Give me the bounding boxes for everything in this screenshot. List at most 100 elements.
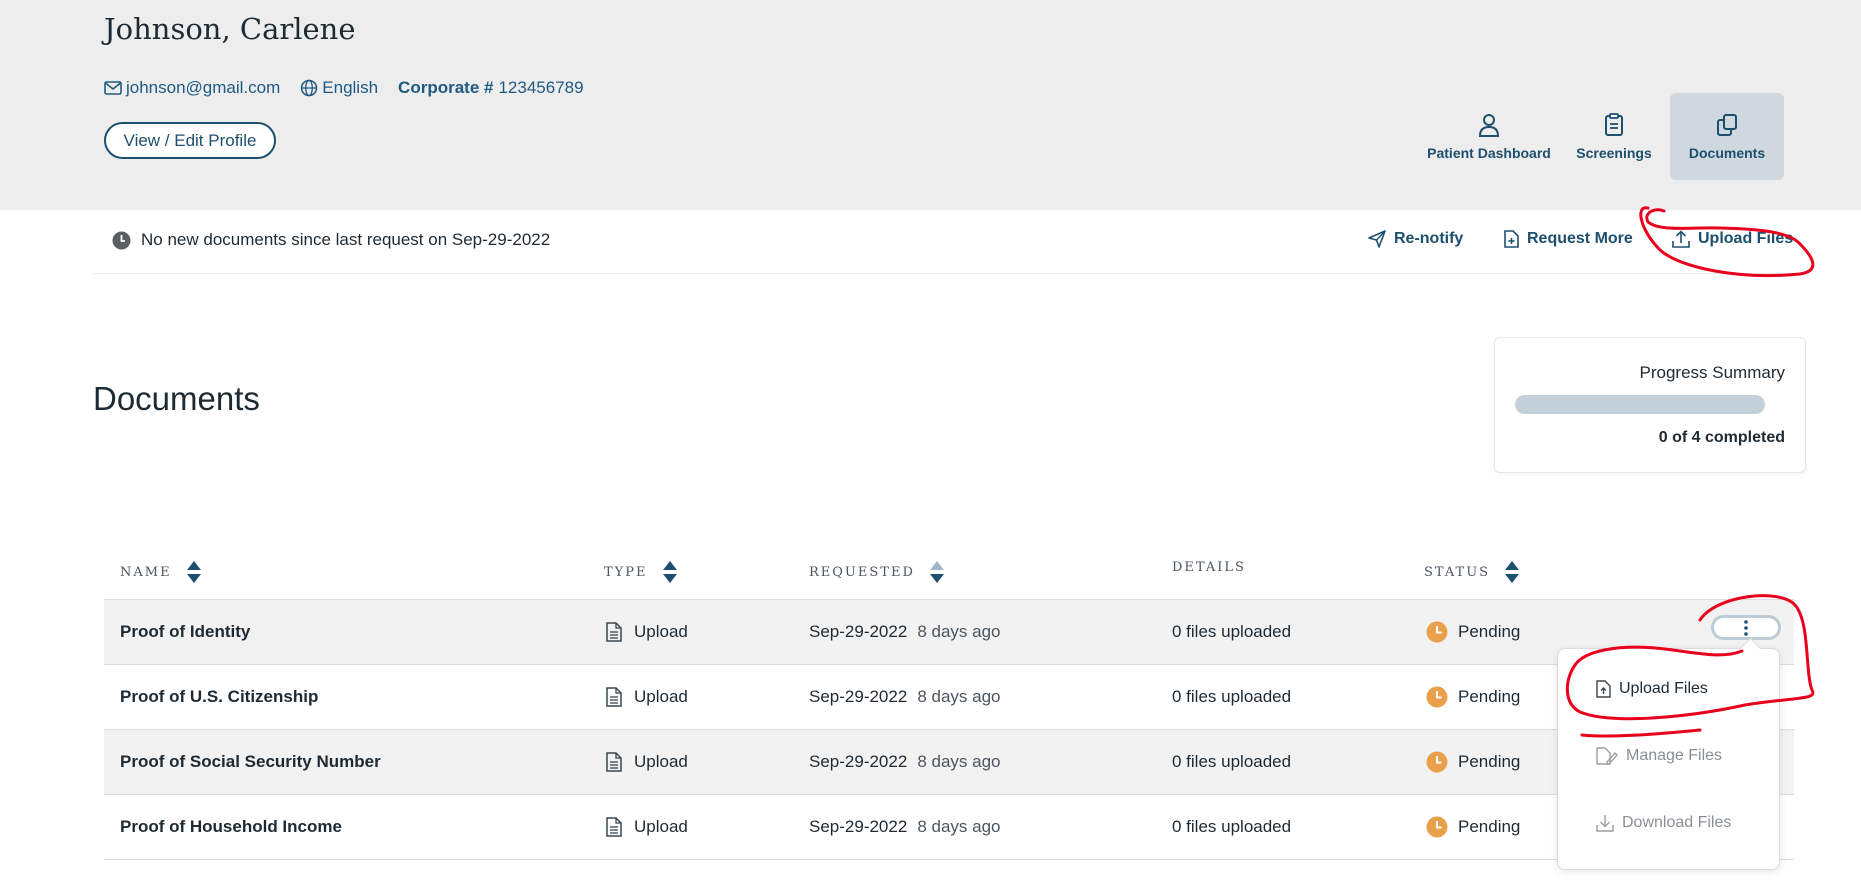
requested-ago: 8 days ago	[917, 817, 1001, 836]
table-row[interactable]: Proof of Identity Upload Sep-29-2022 8 d…	[104, 600, 1794, 665]
document-request-bar: No new documents since last request on S…	[92, 210, 1802, 274]
column-header-type[interactable]: TYPE	[604, 560, 678, 584]
person-icon	[1478, 113, 1500, 137]
clock-icon	[112, 231, 131, 249]
document-icon	[606, 687, 622, 707]
email-text: johnson@gmail.com	[126, 78, 281, 97]
upload-files-button[interactable]: Upload Files	[1672, 230, 1793, 248]
contact-row: johnson@gmail.com English Corporate # 12…	[104, 76, 604, 100]
menu-item-label: Manage Files	[1626, 747, 1723, 764]
row-actions-menu-button[interactable]	[1711, 615, 1781, 640]
column-header-label: NAME	[120, 564, 172, 580]
progress-bar	[1515, 395, 1765, 414]
column-header-requested[interactable]: REQUESTED	[809, 560, 945, 584]
upload-icon	[1672, 230, 1690, 248]
document-type: Upload	[606, 730, 688, 794]
requested-date: Sep-29-2022 8 days ago	[809, 795, 1001, 859]
status-badge: Pending	[1426, 730, 1520, 794]
document-icon	[606, 817, 622, 837]
tab-patient-dashboard[interactable]: Patient Dashboard	[1420, 93, 1558, 180]
table-row[interactable]: Proof of U.S. Citizenship Upload Sep-29-…	[104, 665, 1794, 730]
document-icon	[606, 752, 622, 772]
pending-clock-icon	[1426, 686, 1448, 708]
status-text: Pending	[1458, 817, 1521, 836]
patient-nav-tabs: Patient Dashboard Screenings Documents	[1420, 93, 1784, 180]
table-row[interactable]: Proof of Social Security Number Upload S…	[104, 730, 1794, 795]
globe-icon	[301, 79, 318, 97]
document-name: Proof of Social Security Number	[120, 752, 381, 771]
corporate-number: Corporate # 123456789	[398, 78, 584, 98]
pending-clock-icon	[1426, 816, 1448, 838]
document-details: 0 files uploaded	[1172, 687, 1292, 706]
requested-date-text: Sep-29-2022	[809, 817, 908, 836]
requested-date-text: Sep-29-2022	[809, 687, 908, 706]
requested-date-text: Sep-29-2022	[809, 622, 908, 641]
file-plus-icon	[1504, 230, 1519, 248]
progress-count: 0 of 4 completed	[1658, 429, 1785, 446]
document-icon	[606, 622, 622, 642]
tab-documents[interactable]: Documents	[1670, 93, 1784, 180]
requested-date: Sep-29-2022 8 days ago	[809, 600, 1001, 664]
corporate-value: 123456789	[498, 78, 584, 97]
column-header-status[interactable]: STATUS	[1424, 560, 1520, 584]
clipboard-icon	[1605, 112, 1623, 136]
column-header-label: STATUS	[1424, 564, 1491, 580]
menu-item-upload-files[interactable]: Upload Files	[1596, 680, 1708, 698]
table-row[interactable]: Proof of Household Income Upload Sep-29-…	[104, 795, 1794, 860]
documents-icon	[1717, 113, 1737, 136]
sort-icon[interactable]	[186, 560, 202, 584]
column-header-label: DETAILS	[1172, 560, 1246, 575]
language: English	[300, 78, 378, 98]
status-badge: Pending	[1426, 795, 1520, 859]
documents-table: NAME TYPE REQUESTED DETAILS STATUS Proof…	[104, 553, 1794, 860]
column-header-name[interactable]: NAME	[120, 560, 202, 584]
menu-item-download-files[interactable]: Download Files	[1596, 814, 1731, 832]
patient-name: Johnson, Carlene	[104, 12, 356, 46]
file-edit-icon	[1596, 747, 1618, 765]
envelope-icon	[104, 81, 122, 95]
file-upload-icon	[1596, 680, 1611, 698]
view-edit-profile-button[interactable]: View / Edit Profile	[104, 122, 276, 159]
progress-summary-card: Progress Summary 0 of 4 completed	[1494, 337, 1806, 473]
status-text: Pending	[1458, 752, 1521, 771]
menu-item-label: Upload Files	[1619, 680, 1708, 697]
menu-item-manage-files[interactable]: Manage Files	[1596, 747, 1722, 765]
request-more-button[interactable]: Request More	[1504, 230, 1633, 248]
paper-plane-icon	[1368, 230, 1386, 248]
sort-icon[interactable]	[929, 560, 945, 584]
requested-ago: 8 days ago	[917, 752, 1001, 771]
document-type-label: Upload	[634, 687, 688, 706]
upload-files-label: Upload Files	[1698, 230, 1794, 247]
document-details: 0 files uploaded	[1172, 622, 1292, 641]
kebab-icon	[1744, 619, 1748, 636]
corporate-label: Corporate #	[398, 78, 494, 97]
tab-label: Patient Dashboard	[1427, 144, 1551, 161]
document-details: 0 files uploaded	[1172, 752, 1292, 771]
status-text: Pending	[1458, 622, 1521, 641]
pending-clock-icon	[1426, 621, 1448, 643]
tab-screenings[interactable]: Screenings	[1558, 93, 1670, 180]
pending-clock-icon	[1426, 751, 1448, 773]
document-type: Upload	[606, 600, 688, 664]
sort-icon[interactable]	[662, 560, 678, 584]
document-name: Proof of U.S. Citizenship	[120, 687, 319, 706]
email-link[interactable]: johnson@gmail.com	[104, 78, 280, 98]
tab-label: Screenings	[1576, 144, 1652, 161]
tab-label: Documents	[1688, 144, 1766, 161]
status-text: Pending	[1458, 687, 1521, 706]
sort-icon[interactable]	[1504, 560, 1520, 584]
requested-ago: 8 days ago	[917, 687, 1001, 706]
status-badge: Pending	[1426, 665, 1520, 729]
document-type: Upload	[606, 665, 688, 729]
patient-header: Johnson, Carlene johnson@gmail.com Engli…	[0, 0, 1861, 210]
requested-date-text: Sep-29-2022	[809, 752, 908, 771]
document-name: Proof of Household Income	[120, 817, 342, 836]
table-header: NAME TYPE REQUESTED DETAILS STATUS	[104, 553, 1794, 600]
download-icon	[1596, 815, 1614, 832]
document-details: 0 files uploaded	[1172, 817, 1292, 836]
language-text: English	[322, 78, 379, 97]
request-notice: No new documents since last request on S…	[112, 230, 550, 250]
document-type-label: Upload	[634, 817, 688, 836]
renotify-button[interactable]: Re-notify	[1368, 230, 1463, 248]
progress-title: Progress Summary	[1639, 363, 1785, 382]
